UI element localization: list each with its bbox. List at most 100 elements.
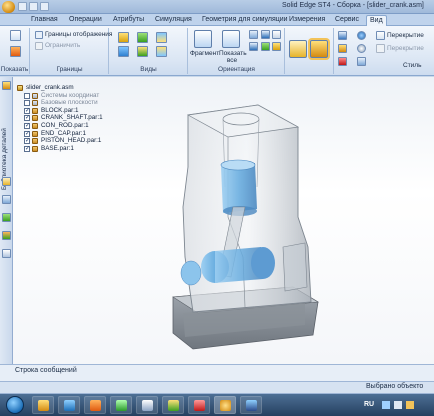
view-top-icon[interactable] [118,46,129,57]
graphics-window[interactable]: slider_crank.asm Системы координат Базовы… [13,77,434,364]
shaded-icon[interactable] [310,40,328,58]
tree-item-label: Базовые плоскости [41,99,98,107]
taskbar-app-3[interactable] [84,396,106,414]
style-blue-icon[interactable] [357,57,366,66]
tree-root[interactable]: slider_crank.asm [16,84,146,92]
orientation-group: Фрагмент Показать все Ориентация [189,28,285,74]
previous-view-icon[interactable] [272,42,281,51]
show-all-button[interactable]: Показать все [219,50,247,64]
fragment-button[interactable]: Фрагмент [190,50,219,57]
tab-measure[interactable]: Измерения [286,15,328,26]
taskbar-app-9[interactable] [240,396,262,414]
message-bar-title: Строка сообщений [15,367,77,374]
family-icon[interactable] [2,177,11,186]
title-bar: Solid Edge ST4 - Сборка - [slider_crank.… [0,0,434,14]
view-bottom-icon[interactable] [156,46,167,57]
tab-attributes[interactable]: Атрибуты [110,15,147,26]
taskbar-app-7[interactable] [188,396,210,414]
display-bounds-button[interactable]: Границы отображения [45,31,112,38]
layers-icon[interactable] [2,195,11,204]
sensors-icon[interactable] [2,213,11,222]
visibility-checkbox[interactable]: ✓ [24,130,30,137]
show-all-icon[interactable] [10,46,21,57]
view-right-icon[interactable] [137,32,148,43]
view-iso-icon[interactable] [137,46,148,57]
tree-item[interactable]: ✓ BASE.par:1 [16,145,146,153]
show-icon[interactable] [10,30,21,41]
select-tools-icon[interactable] [2,231,11,240]
start-button[interactable] [6,396,24,414]
tree-item[interactable]: Базовые плоскости [16,99,146,107]
tree-item[interactable]: ✓ CRANK_SHAFT.par:1 [16,114,146,122]
zoom-area-icon[interactable] [194,30,212,48]
tab-features[interactable]: Операции [66,15,105,26]
window-icon [142,400,153,411]
light-icon[interactable] [357,44,366,53]
visibility-checkbox[interactable]: ✓ [24,145,30,152]
tree-item[interactable]: ✓ CON_ROD.par:1 [16,122,146,130]
volume-icon[interactable] [394,401,402,409]
part-icon [32,145,38,152]
limit-button[interactable]: Ограничить [45,42,80,49]
tree-item[interactable]: ✓ END_CAP.par:1 [16,130,146,138]
style-group: Перекрытие Перекрытие Стиль [335,28,434,74]
pan-icon[interactable] [261,30,270,39]
view-left-icon[interactable] [156,32,167,43]
visibility-checkbox[interactable]: ✓ [24,138,30,145]
visibility-checkbox[interactable]: ✓ [24,122,30,129]
style-red-icon[interactable] [338,57,347,66]
background-icon[interactable] [338,44,347,53]
part-icon [32,138,38,145]
taskbar-app-2[interactable] [58,396,80,414]
redo-icon[interactable] [40,2,49,11]
overlap-button-1[interactable]: Перекрытие [387,32,424,39]
tree-item-label: BASE.par:1 [41,144,74,152]
part-icon [32,122,38,129]
tab-home[interactable]: Главная [28,15,61,26]
app-menu-button[interactable] [2,1,15,13]
taskbar-app-5[interactable] [136,396,158,414]
view-front-icon[interactable] [118,32,129,43]
taskbar-app-4[interactable] [110,396,132,414]
network-icon[interactable] [382,401,390,409]
taskbar-app-6[interactable] [162,396,184,414]
tab-view[interactable]: Вид [366,15,387,26]
bounds-group-label: Границы [56,66,83,73]
taskbar-explorer[interactable] [32,396,54,414]
overlap-button-2[interactable]: Перекрытие [387,45,424,52]
views-group-label: Виды [140,66,157,73]
visibility-checkbox[interactable] [24,92,30,99]
spin-icon[interactable] [249,42,258,51]
pdf-icon [194,400,205,411]
visibility-checkbox[interactable] [24,100,30,107]
tree-item-label: PISTON_HEAD.par:1 [41,137,102,145]
fit-all-icon[interactable] [222,30,240,48]
zoom-icon[interactable] [249,30,258,39]
properties-icon[interactable] [2,249,11,258]
tree-item[interactable]: Системы координат [16,92,146,100]
undo-icon[interactable] [29,2,38,11]
tree-item[interactable]: ✓ BLOCK.par:1 [16,107,146,115]
slider-crank-model[interactable] [133,97,333,359]
rotate-icon[interactable] [272,30,281,39]
taskbar-solid-edge[interactable] [214,396,236,414]
globe-icon [64,400,75,411]
sphere-icon[interactable] [357,31,366,40]
tree-item-label: CON_ROD.par:1 [41,121,89,129]
render-icon[interactable] [338,31,347,40]
tab-tools[interactable]: Сервис [332,15,362,26]
flag-icon[interactable] [406,401,414,409]
end-cap-part[interactable] [282,242,308,292]
language-indicator[interactable]: RU [364,401,374,408]
visibility-checkbox[interactable]: ✓ [24,115,30,122]
visibility-checkbox[interactable]: ✓ [24,107,30,114]
shaded-wire-icon[interactable] [289,40,307,58]
tab-simulation-geometry[interactable]: Геометрия для симуляции [199,15,291,26]
tree-item[interactable]: ✓ PISTON_HEAD.par:1 [16,137,146,145]
path-finder-icon[interactable] [2,81,11,90]
overlap-icon[interactable] [376,31,385,40]
tab-simulation[interactable]: Симуляция [152,15,195,26]
save-icon[interactable] [18,2,27,11]
look-at-icon[interactable] [261,42,270,51]
selection-status: Выбрано объекто [366,383,424,390]
